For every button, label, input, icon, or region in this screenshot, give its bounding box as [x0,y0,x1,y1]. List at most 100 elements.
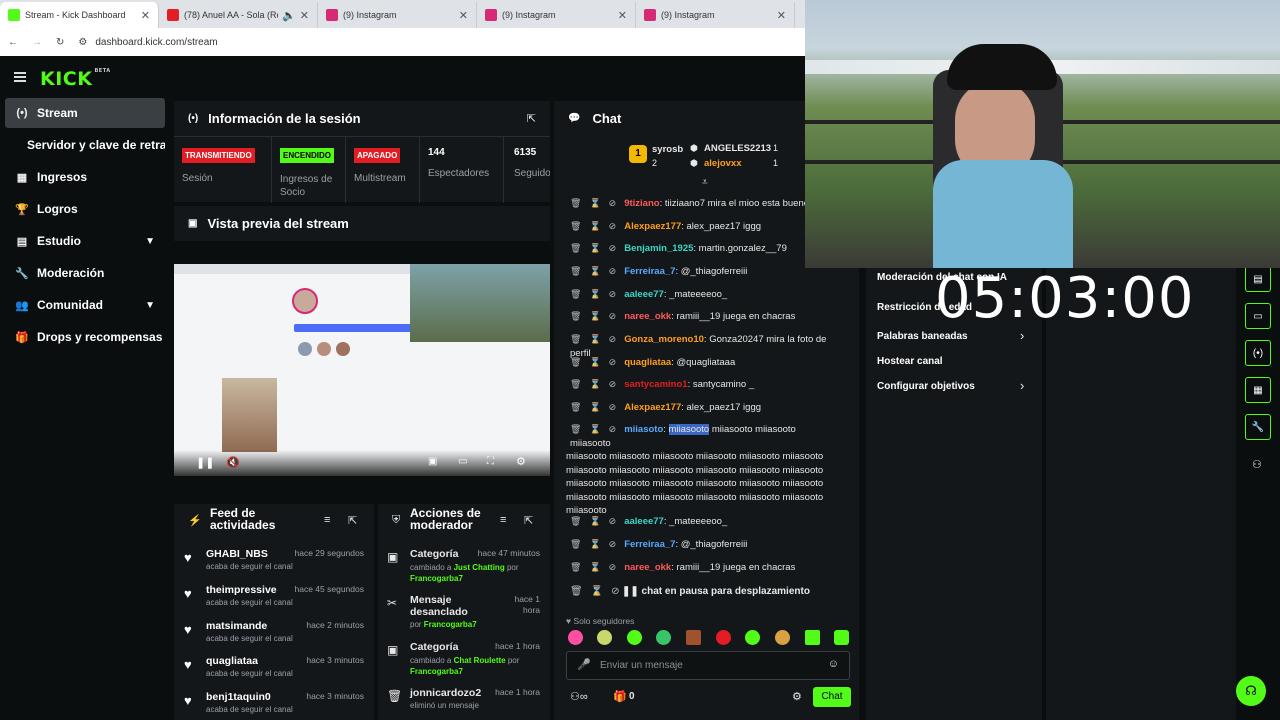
tab-youtube[interactable]: (78) Anuel AA - Sola (Remi 🔈 ✕ [159,2,318,28]
popout-icon[interactable]: ⇱ [348,514,357,527]
feed-user[interactable]: theimpressive [206,584,277,596]
kick-logo[interactable]: KICK BETA [40,68,111,90]
delete-icon[interactable]: 🗑 [570,221,581,231]
sidebar-item-logros[interactable]: 🏆 Logros [5,194,165,224]
timeout-icon[interactable]: ⌛ [589,516,600,526]
popout-icon[interactable]: ⇱ [527,112,536,125]
filter-icon[interactable]: ≡ [324,514,330,526]
settings-icon[interactable]: ⚙ [792,690,802,703]
ban-icon[interactable]: ⊘ [609,379,617,389]
timeout-icon[interactable]: ⌛ [589,289,600,299]
broadcast-icon[interactable]: (•) [1245,340,1271,366]
feed-user[interactable]: matsimande [206,620,267,632]
mute-tab-icon[interactable]: 🔈 [282,9,296,22]
delete-icon[interactable]: 🗑 [570,334,581,344]
delete-icon[interactable]: 🗑 [570,289,581,299]
timeout-icon[interactable]: ⌛ [589,243,600,253]
community-icon[interactable]: ⚇ [1252,458,1262,471]
chat-username[interactable]: naree_okk [624,311,671,322]
chat-paused-bar[interactable]: 🗑 ⌛ ⊘ ❚❚ chat en pausa para desplazamiento [570,586,840,600]
emote-icon[interactable] [745,630,760,645]
leaderboard-user[interactable]: syrosb [652,144,683,155]
close-tab-icon[interactable]: ✕ [300,9,309,22]
pip-icon[interactable]: ▣ [428,456,437,467]
ban-icon[interactable]: ⊘ [609,243,617,253]
support-button[interactable]: ☊ [1236,676,1266,706]
settings-icon[interactable]: ⚙ [516,455,526,468]
tab-kick-dashboard[interactable]: Stream - Kick Dashboard ✕ [0,2,159,28]
chat-username[interactable]: Gonza_moreno10 [624,334,704,345]
delete-icon[interactable]: 🗑 [570,424,581,434]
feed-user[interactable]: benj1taquin0 [206,691,271,703]
emote-icon[interactable] [656,630,671,645]
layout-icon[interactable]: ▦ [1245,377,1271,403]
ban-icon[interactable]: ⊘ [609,221,617,231]
sidebar-item-comunidad[interactable]: 👥 Comunidad ▼ [5,290,165,320]
forward-icon[interactable]: → [32,37,42,48]
ban-icon[interactable]: ⊘ [609,516,617,526]
emote-icon[interactable] [775,630,790,645]
sidebar-item-server-key[interactable]: Servidor y clave de retransm [5,130,165,160]
timeout-icon[interactable]: ⌛ [589,562,600,572]
wrench-icon[interactable]: 🔧 [1245,414,1271,440]
sidebar-item-drops[interactable]: 🎁 Drops y recompensas [5,322,165,352]
ban-icon[interactable]: ⊘ [609,424,617,434]
emote-icon[interactable] [805,630,820,645]
timeout-icon[interactable]: ⌛ [589,311,600,321]
close-tab-icon[interactable]: ✕ [459,9,468,22]
chat-username[interactable]: Alexpaez177 [624,221,681,232]
site-info-icon[interactable]: ⚙ [78,37,87,48]
popout-icon[interactable]: ⇱ [524,514,533,527]
chat-username[interactable]: quagliataa [624,357,671,368]
delete-icon[interactable]: 🗑 [570,562,581,572]
timeout-icon[interactable]: ⌛ [589,334,600,344]
gift-icon[interactable]: 🎁 [613,690,627,703]
timeout-icon[interactable]: ⌛ [589,424,600,434]
timeout-icon[interactable]: ⌛ [589,539,600,549]
timeout-icon[interactable]: ⌛ [589,357,600,367]
close-tab-icon[interactable]: ✕ [141,9,150,22]
timeout-icon[interactable]: ⌛ [589,402,600,412]
delete-icon[interactable]: 🗑 [570,379,581,389]
close-tab-icon[interactable]: ✕ [777,9,786,22]
ban-icon[interactable]: ⊘ [609,562,617,572]
delete-icon[interactable]: 🗑 [570,243,581,253]
timeout-icon[interactable]: ⌛ [589,379,600,389]
emote-icon[interactable] [627,630,642,645]
delete-icon[interactable]: 🗑 [570,266,581,276]
chat-username[interactable]: Alexpaez177 [624,402,681,413]
chat-username[interactable]: santycamino1 [624,379,687,390]
mute-icon[interactable]: 🔇 [226,456,240,469]
emote-icon[interactable] [568,630,583,645]
delete-icon[interactable]: 🗑 [570,539,581,549]
chat-username[interactable]: Ferreiraa_7 [624,266,675,277]
stream-preview-video[interactable]: ❚❚ 🔇 ▣ ▭ ⛶ ⚙ [174,264,550,476]
chat-username[interactable]: 9tiziano [624,198,659,209]
close-tab-icon[interactable]: ✕ [618,9,627,22]
microphone-icon[interactable]: 🎤 [577,658,591,671]
ban-icon[interactable]: ⊘ [609,357,617,367]
chat-username[interactable]: miiasoto [624,424,663,435]
chat-username[interactable]: aaleee77 [624,516,664,527]
menu-item-goals[interactable]: Configurar objetivos [877,381,975,392]
chat-input[interactable]: 🎤 Enviar un mensaje ☺ [566,651,850,680]
delete-icon[interactable]: 🗑 [570,357,581,367]
emote-icon[interactable] [597,630,612,645]
chat-icon[interactable]: ▭ [1245,303,1271,329]
infinity-points-icon[interactable]: ⚇∞ [570,690,588,703]
timeout-icon[interactable]: ⌛ [589,221,600,231]
delete-icon[interactable]: 🗑 [570,402,581,412]
ban-icon[interactable]: ⊘ [609,266,617,276]
send-chat-button[interactable]: Chat [813,687,851,707]
sidebar-item-stream[interactable]: (•) Stream [5,98,165,128]
feed-user[interactable]: GHABI_NBS [206,548,268,560]
delete-icon[interactable]: 🗑 [570,198,581,208]
ban-icon[interactable]: ⊘ [609,402,617,412]
filter-icon[interactable]: ≡ [500,514,506,526]
url-field[interactable]: dashboard.kick.com/stream [95,37,217,48]
ban-icon[interactable]: ⊘ [609,539,617,549]
sidebar-item-moderacion[interactable]: 🔧 Moderación [5,258,165,288]
notes-icon[interactable]: ▤ [1245,266,1271,292]
menu-icon[interactable] [14,72,26,82]
tab-instagram[interactable]: (9) Instagram ✕ [636,2,795,28]
